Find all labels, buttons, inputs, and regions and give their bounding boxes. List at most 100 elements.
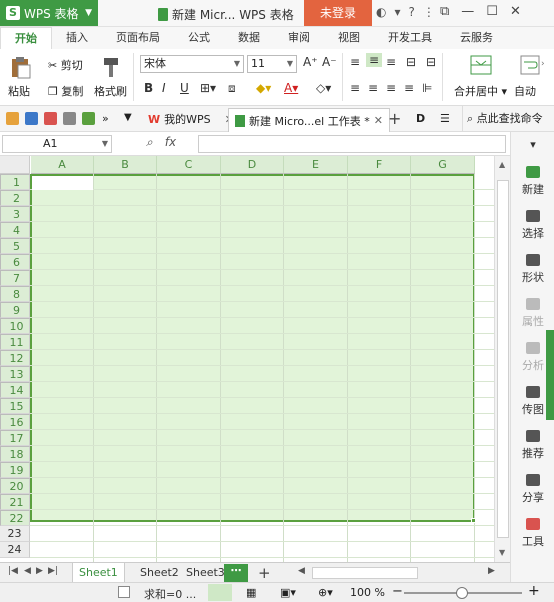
tab-view[interactable]: 视图 xyxy=(324,27,374,49)
row-header[interactable]: 8 xyxy=(0,286,30,302)
italic-icon[interactable]: I xyxy=(162,81,166,95)
page-layout-view-icon[interactable]: ▣▾ xyxy=(280,586,296,599)
font-size-select[interactable]: 11 ▼ xyxy=(247,55,297,73)
select-all-corner[interactable] xyxy=(0,156,30,174)
task-pane-tools[interactable]: 工具 xyxy=(511,518,554,549)
task-pane-new[interactable]: 新建 xyxy=(511,166,554,197)
spreadsheet-grid[interactable]: ABCDEFG 1 2 3 4 5 6 7 8 9 10 11 12 13 14 15 16 17 18 19 20 2… xyxy=(0,156,494,562)
print-icon[interactable] xyxy=(63,112,76,125)
vertical-scrollbar[interactable]: ▲ ▼ xyxy=(494,156,510,562)
font-color-icon[interactable]: A▾ xyxy=(284,81,298,95)
sheet-tab-sheet3[interactable]: Sheet3 xyxy=(180,563,224,583)
tab-developer[interactable]: 开发工具 xyxy=(374,27,446,49)
font-name-select[interactable]: 宋体 ▼ xyxy=(140,55,244,73)
row-header[interactable]: 12 xyxy=(0,350,30,366)
scroll-left-icon[interactable]: ◀ xyxy=(298,566,305,576)
row-header[interactable]: 6 xyxy=(0,254,30,270)
task-pane-recommend[interactable]: 推荐 xyxy=(511,430,554,461)
tab-data[interactable]: 数据 xyxy=(224,27,274,49)
task-pane-shape[interactable]: 形状 xyxy=(511,254,554,285)
align-right-icon[interactable]: ≡ xyxy=(386,81,396,95)
merge-center-button[interactable]: 合并居中 ▾ xyxy=(454,83,507,99)
row-header[interactable]: 1 xyxy=(0,174,30,190)
chevron-down-icon[interactable]: ▼ xyxy=(124,112,132,123)
skin-icon[interactable]: ◐ xyxy=(376,5,386,19)
reading-mode-icon[interactable]: ⊕▾ xyxy=(318,586,333,599)
sheet-tab-sheet2[interactable]: Sheet2 xyxy=(134,563,185,583)
zoom-in-icon[interactable]: + xyxy=(528,583,540,599)
align-top-icon[interactable]: ≡ xyxy=(350,55,360,69)
more-sheets-button[interactable]: ⋯ xyxy=(224,564,248,582)
row-header[interactable]: 10 xyxy=(0,318,30,334)
row-header[interactable]: 18 xyxy=(0,446,30,462)
next-sheet-icon[interactable]: ▶ xyxy=(36,566,43,576)
ribbon-scroll-right-icon[interactable]: › xyxy=(541,59,545,69)
fill-handle[interactable] xyxy=(471,518,476,523)
row-header[interactable]: 4 xyxy=(0,222,30,238)
row-header[interactable]: 13 xyxy=(0,366,30,382)
fill-color-icon[interactable]: ◆▾ xyxy=(256,81,271,95)
tab-formulas[interactable]: 公式 xyxy=(174,27,224,49)
first-sheet-icon[interactable]: |◀ xyxy=(8,566,18,576)
scroll-down-icon[interactable]: ▼ xyxy=(499,548,505,557)
scroll-right-icon[interactable]: ▶ xyxy=(488,566,495,576)
row-header[interactable]: 3 xyxy=(0,206,30,222)
vertical-scroll-thumb[interactable] xyxy=(497,180,509,538)
tab-options-icon[interactable]: ☰ xyxy=(440,112,450,125)
column-header[interactable]: A xyxy=(31,156,94,174)
column-header[interactable]: F xyxy=(348,156,411,174)
row-header[interactable]: 5 xyxy=(0,238,30,254)
tab-home[interactable]: 开始 xyxy=(0,27,52,49)
zoom-out-icon[interactable]: − xyxy=(392,584,403,599)
tab-my-wps[interactable]: W 我的WPS ✕ xyxy=(142,106,240,132)
column-header[interactable]: C xyxy=(157,156,221,174)
tab-cloud[interactable]: 云服务 xyxy=(446,27,507,49)
shrink-font-icon[interactable]: A⁻ xyxy=(322,55,337,69)
column-header[interactable]: E xyxy=(284,156,348,174)
prev-sheet-icon[interactable]: ◀ xyxy=(24,566,31,576)
tab-insert[interactable]: 插入 xyxy=(52,27,102,49)
close-icon[interactable]: ✕ xyxy=(510,4,521,19)
export-pdf-icon[interactable] xyxy=(44,112,57,125)
maximize-icon[interactable]: ☐ xyxy=(486,4,498,19)
macro-record-icon[interactable] xyxy=(118,586,130,598)
login-button[interactable]: 未登录 xyxy=(304,0,372,26)
clear-format-icon[interactable]: ◇▾ xyxy=(316,81,331,95)
merge-cells-icon[interactable]: ⧈ xyxy=(228,81,236,96)
zoom-icon[interactable]: ⌕ xyxy=(146,135,153,150)
page-break-view-icon[interactable]: ▦ xyxy=(246,586,256,599)
find-command-search[interactable]: ⌕ 点此查找命令 xyxy=(462,106,543,132)
align-bottom-icon[interactable]: ≡ xyxy=(386,55,396,69)
paste-button[interactable]: 粘贴 xyxy=(8,83,30,99)
align-left-icon[interactable]: ≡ xyxy=(350,81,360,95)
row-header[interactable]: 7 xyxy=(0,270,30,286)
tab-current-workbook[interactable]: 新建 Micro...el 工作表 * ✕ xyxy=(228,108,390,132)
auto-wrap-button[interactable]: 自动 xyxy=(514,83,536,99)
task-pane-properties[interactable]: 属性 xyxy=(511,298,554,329)
row-header[interactable]: 9 xyxy=(0,302,30,318)
insert-function-icon[interactable]: fx xyxy=(165,135,176,150)
paste-icon[interactable] xyxy=(10,55,32,79)
column-header[interactable]: D xyxy=(221,156,284,174)
print-preview-icon[interactable] xyxy=(82,112,95,125)
more-icon[interactable]: ⋮ xyxy=(423,5,435,19)
active-cell[interactable] xyxy=(32,176,93,190)
restore-icon[interactable]: ⧉ xyxy=(440,4,449,19)
column-header[interactable]: B xyxy=(94,156,157,174)
format-painter-icon[interactable] xyxy=(100,55,122,79)
wrap-text-icon[interactable] xyxy=(520,55,540,75)
zoom-slider-knob[interactable] xyxy=(456,587,468,599)
column-header[interactable]: G xyxy=(411,156,475,174)
row-header[interactable]: 11 xyxy=(0,334,30,350)
row-header[interactable]: 16 xyxy=(0,414,30,430)
underline-icon[interactable]: U xyxy=(180,81,189,95)
app-menu-button[interactable]: S WPS 表格 ▼ xyxy=(0,0,98,26)
bold-icon[interactable]: B xyxy=(144,81,153,95)
task-pane-collapse-handle[interactable] xyxy=(546,330,554,420)
row-header[interactable]: 23 xyxy=(0,526,30,542)
tab-review[interactable]: 审阅 xyxy=(274,27,324,49)
help-icon[interactable]: ? xyxy=(409,5,415,19)
border-icon[interactable]: ⊞▾ xyxy=(200,81,216,95)
row-header[interactable]: 19 xyxy=(0,462,30,478)
align-center-icon[interactable]: ≡ xyxy=(368,81,378,95)
